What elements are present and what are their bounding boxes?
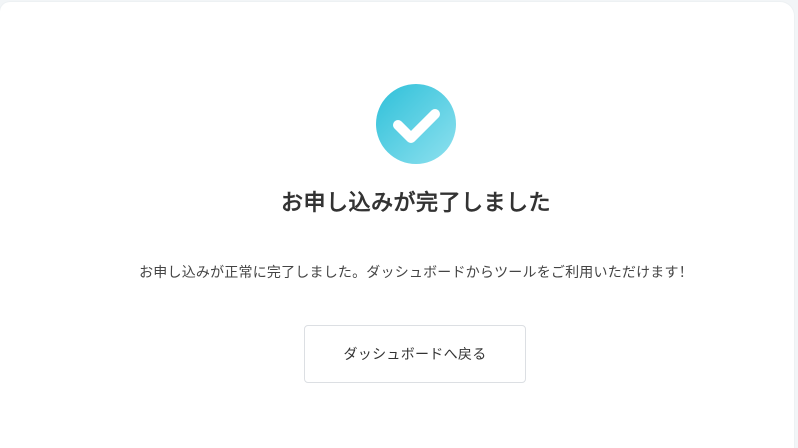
completion-message: お申し込みが正常に完了しました。ダッシュボードからツールをご利用いただけます！ — [139, 265, 693, 281]
back-to-dashboard-label: ダッシュボードへ戻る — [343, 347, 487, 363]
completion-card: お申し込みが完了しました お申し込みが正常に完了しました。ダッシュボードからツー… — [0, 2, 794, 448]
back-to-dashboard-button[interactable]: ダッシュボードへ戻る — [304, 325, 526, 383]
check-circle-icon — [376, 84, 456, 164]
completion-title: お申し込みが完了しました — [280, 191, 551, 216]
